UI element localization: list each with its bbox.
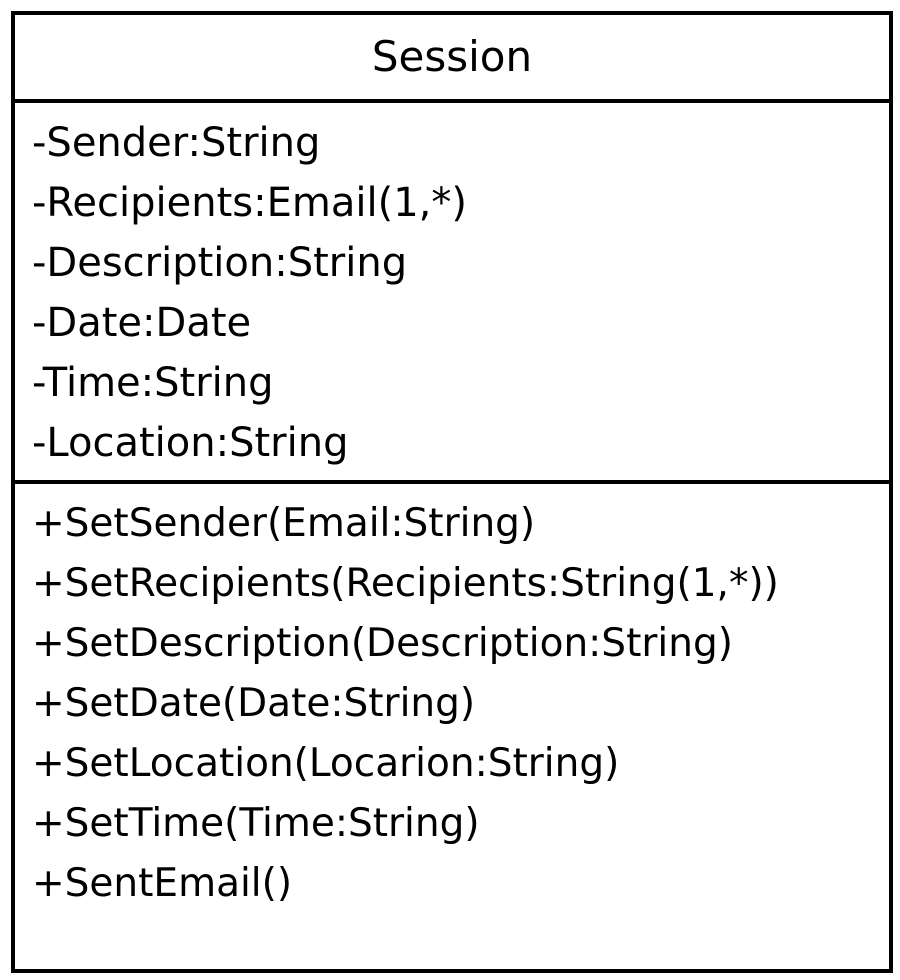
attribute-date: -Date:Date xyxy=(32,300,252,346)
operation-set-recipients: +SetRecipients(Recipients:String(1,*)) xyxy=(32,561,779,606)
attribute-description: -Description:String xyxy=(32,240,408,286)
attribute-list: -Sender:String -Recipients:Email(1,*) -D… xyxy=(32,113,889,473)
operation-set-sender: +SetSender(Email:String) xyxy=(32,501,536,546)
operation-set-description: +SetDescription(Description:String) xyxy=(32,621,733,666)
operation-set-location: +SetLocation(Locarion:String) xyxy=(32,741,620,786)
attribute-location: -Location:String xyxy=(32,420,349,466)
class-name-compartment: Session xyxy=(15,15,889,103)
class-name: Session xyxy=(371,32,533,81)
attribute-time: -Time:String xyxy=(32,360,274,406)
operation-set-date: +SetDate(Date:String) xyxy=(32,681,476,726)
operations-compartment: +SetSender(Email:String) +SetRecipients(… xyxy=(15,484,889,914)
uml-class-box: Session -Sender:String -Recipients:Email… xyxy=(11,11,893,973)
attribute-sender: -Sender:String xyxy=(32,120,321,166)
attribute-recipients: -Recipients:Email(1,*) xyxy=(32,180,467,226)
operation-set-time: +SetTime(Time:String) xyxy=(32,801,480,846)
operation-sent-email: +SentEmail() xyxy=(32,861,293,906)
operation-list: +SetSender(Email:String) +SetRecipients(… xyxy=(32,494,889,914)
attributes-compartment: -Sender:String -Recipients:Email(1,*) -D… xyxy=(15,103,889,484)
